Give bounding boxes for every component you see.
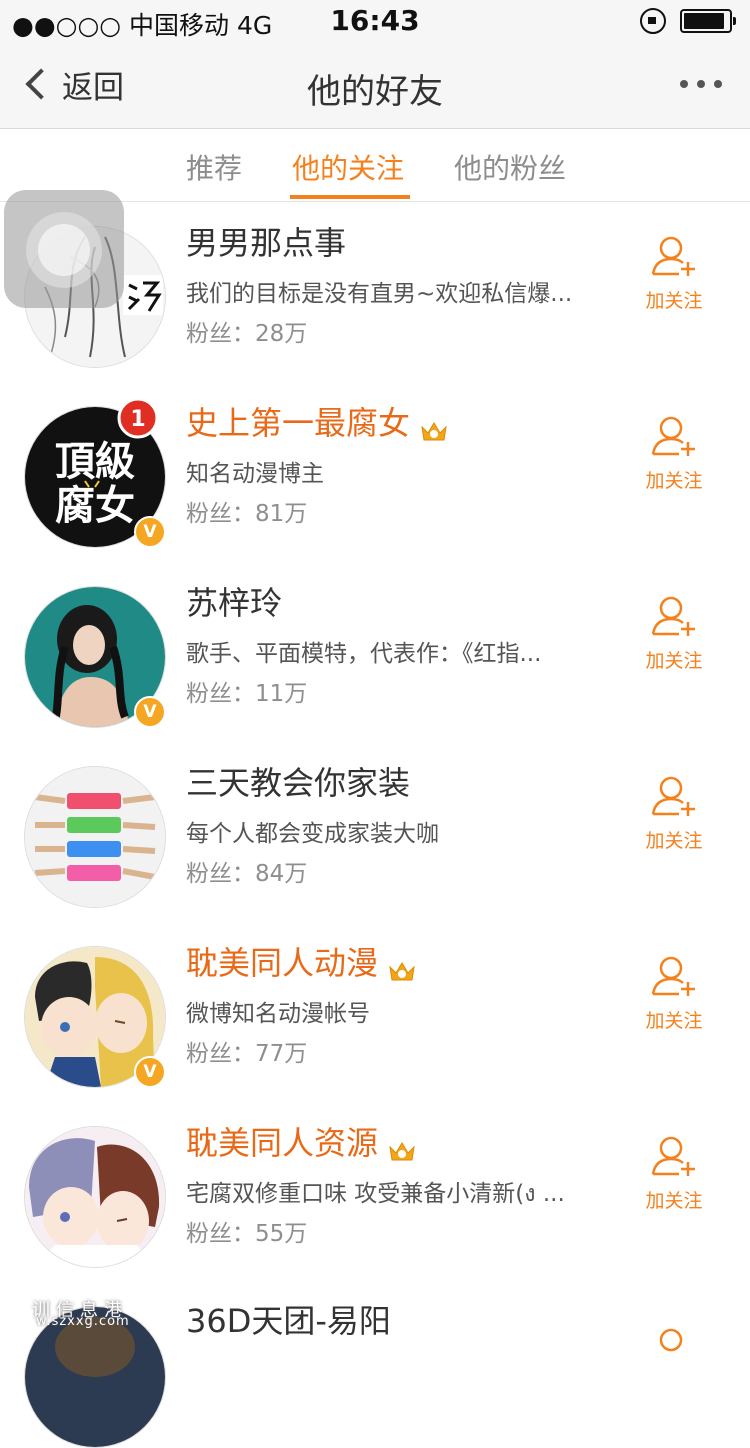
follow-label: 加关注: [645, 290, 703, 312]
user-name[interactable]: 36D天团-易阳: [186, 1296, 391, 1342]
follow-label: 加关注: [645, 650, 703, 672]
vip-crown-icon: [388, 953, 416, 981]
user-name[interactable]: 苏梓玲: [186, 578, 282, 624]
follow-label: 加关注: [645, 1010, 703, 1032]
user-description: 每个人都会变成家装大咖: [186, 821, 439, 847]
verified-badge-icon: V: [134, 516, 166, 548]
fan-count: 粉丝：28万: [186, 321, 308, 347]
follow-button[interactable]: 加关注: [636, 234, 712, 313]
follow-button[interactable]: 加关注: [636, 594, 712, 673]
user-name-text: 耽美同人资源: [186, 1124, 379, 1162]
follow-label: 加关注: [645, 470, 703, 492]
list-item[interactable]: V 耽美同人动漫 微博知名动漫帐号 粉丝：77万 加关注: [0, 922, 750, 1103]
tab-recommend[interactable]: 推荐: [186, 147, 242, 187]
fan-count: 粉丝：77万: [186, 1041, 308, 1067]
user-name[interactable]: 男男那点事: [186, 218, 346, 264]
assistive-touch-button[interactable]: [4, 190, 124, 308]
fan-count: 粉丝：55万: [186, 1221, 308, 1247]
avatar[interactable]: [24, 1126, 166, 1268]
status-time: 16:43: [330, 4, 420, 37]
user-description: 微博知名动漫帐号: [186, 1001, 370, 1027]
follow-label: 加关注: [645, 1190, 703, 1212]
page-title: 他的好友: [307, 72, 443, 112]
user-description: 知名动漫博主: [186, 461, 324, 487]
avatar-text-line-2: 腐女: [55, 483, 135, 529]
add-user-icon: [651, 1136, 695, 1176]
tab-followers[interactable]: 他的粉丝: [454, 147, 566, 187]
svg-text:1: 1: [130, 407, 145, 432]
add-user-icon: [651, 236, 695, 276]
nav-bar: 返回 他的好友: [0, 40, 750, 129]
add-user-icon: [659, 1328, 683, 1352]
notification-badge: 1: [117, 397, 159, 439]
list-item[interactable]: 耽美同人资源 宅腐双修重口味 攻受兼备小清新(ง ... 粉丝：55万 加关注: [0, 1102, 750, 1283]
follow-button[interactable]: 加关注: [636, 954, 712, 1033]
fan-count: 粉丝：81万: [186, 501, 308, 527]
status-bar: ●●○○○ 中国移动 4G 16:43: [0, 0, 750, 40]
user-description: 我们的目标是没有直男~欢迎私信爆...: [186, 281, 573, 307]
user-name-text: 耽美同人动漫: [186, 944, 379, 982]
verified-badge-icon: V: [134, 1056, 166, 1088]
more-options-icon[interactable]: [680, 80, 722, 88]
tab-bar: 推荐 他的关注 他的粉丝: [0, 129, 750, 202]
verified-badge-icon: V: [134, 696, 166, 728]
user-description: 歌手、平面模特，代表作：《红指...: [186, 641, 542, 667]
add-user-icon: [651, 596, 695, 636]
follow-label: 加关注: [645, 830, 703, 852]
watermark-url: w.szxxg.com: [36, 1314, 130, 1329]
list-item[interactable]: 頂級 腐女 1 V 史上第一最腐女 知名动漫博主 粉丝：81万 加关注: [0, 382, 750, 563]
follow-button[interactable]: 加关注: [636, 414, 712, 493]
battery-icon: [680, 9, 736, 33]
user-description: 宅腐双修重口味 攻受兼备小清新(ง ...: [186, 1181, 565, 1207]
list-item[interactable]: 三天教会你家装 每个人都会变成家装大咖 粉丝：84万 加关注: [0, 742, 750, 923]
rotation-lock-icon: [640, 8, 666, 34]
watermark: 训信息港 w.szxxg.com: [22, 1294, 152, 1334]
avatar[interactable]: [24, 766, 166, 908]
user-name[interactable]: 史上第一最腐女: [186, 398, 448, 444]
add-user-icon: [651, 416, 695, 456]
follow-button[interactable]: [636, 1326, 712, 1370]
fan-count: 粉丝：11万: [186, 681, 308, 707]
follow-button[interactable]: 加关注: [636, 1134, 712, 1213]
add-user-icon: [651, 776, 695, 816]
user-name-text: 史上第一最腐女: [186, 404, 411, 442]
avatar-text-line-1: 頂級: [55, 439, 135, 485]
active-tab-indicator: [290, 195, 410, 199]
user-name[interactable]: 耽美同人资源: [186, 1118, 416, 1164]
list-item[interactable]: V 苏梓玲 歌手、平面模特，代表作：《红指... 粉丝：11万 加关注: [0, 562, 750, 743]
vip-crown-icon: [388, 1133, 416, 1161]
user-name[interactable]: 三天教会你家装: [186, 758, 410, 804]
add-user-icon: [651, 956, 695, 996]
follow-button[interactable]: 加关注: [636, 774, 712, 853]
vip-crown-icon: [420, 413, 448, 441]
user-name[interactable]: 耽美同人动漫: [186, 938, 416, 984]
fan-count: 粉丝：84万: [186, 861, 308, 887]
tab-following[interactable]: 他的关注: [292, 147, 404, 187]
